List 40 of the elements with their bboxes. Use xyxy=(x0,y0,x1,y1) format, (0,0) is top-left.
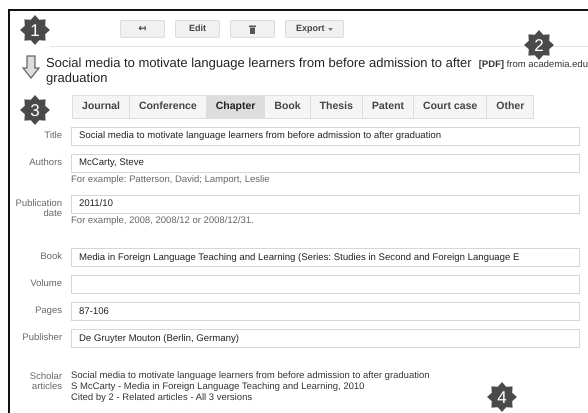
type-tab[interactable]: Patent xyxy=(362,95,414,119)
type-tab[interactable]: Journal xyxy=(72,95,130,119)
type-tab[interactable]: Thesis xyxy=(310,95,363,119)
article-title-link[interactable]: Social media to motivate language learners from before admission to after graduation xyxy=(46,55,473,85)
field-label: Book xyxy=(39,250,62,264)
scholar-text: Social media to motivate language learners from before admission to after graduation xyxy=(71,370,430,382)
callout-badge: 3 xyxy=(20,95,50,125)
field-label: Volume xyxy=(29,277,62,292)
trash-icon xyxy=(249,24,256,34)
down-arrow-icon xyxy=(22,55,40,79)
type-tab[interactable]: Court case xyxy=(414,95,488,119)
callout-badge: 1 xyxy=(20,15,50,45)
field-label: Authors xyxy=(28,156,62,170)
scholar-text: Cited by 2 - Related articles - All 3 versions xyxy=(71,392,252,404)
input-field[interactable]: De Gruyter Mouton (Berlin, Germany) xyxy=(71,329,580,348)
input-field[interactable]: Social media to motivate language learners from before admission to after graduation xyxy=(71,126,580,146)
input-field[interactable] xyxy=(71,275,580,294)
export-button[interactable]: Export xyxy=(285,20,344,38)
callout-badge: 4 xyxy=(487,382,517,412)
hint-text: For example: Patterson, David; Lamport, Leslie xyxy=(71,172,271,187)
scholar-text: S McCarty - Media in Foreign Language Teaching and Learning, 2010 xyxy=(71,381,364,392)
field-label: Publisher xyxy=(21,331,62,346)
input-field[interactable]: Media in Foreign Language Teaching and Learning (Series: Studies in Second and Foreign Language E xyxy=(71,248,580,268)
delete-button[interactable] xyxy=(230,20,275,38)
back-button[interactable]: ↤ xyxy=(120,20,165,38)
input-field[interactable]: 2011/10 xyxy=(71,195,580,214)
type-tab[interactable]: Book xyxy=(265,95,311,119)
callout-badge: 2 xyxy=(524,30,554,60)
field-label: Publication date xyxy=(14,197,62,221)
hint-text: For example, 2008, 2008/12 or 2008/12/31. xyxy=(71,214,255,228)
type-tab[interactable]: Chapter xyxy=(206,95,266,119)
input-field[interactable]: McCarty, Steve xyxy=(71,154,580,173)
field-label: Pages xyxy=(34,304,62,318)
field-label: Scholar articles xyxy=(28,370,62,394)
type-tab[interactable]: Other xyxy=(487,95,534,119)
caret-icon xyxy=(328,28,333,30)
field-label: Title xyxy=(43,128,62,143)
edit-button[interactable]: Edit xyxy=(175,20,220,38)
input-field[interactable]: 87-106 xyxy=(71,302,580,322)
type-tab[interactable]: Conference xyxy=(130,95,207,119)
